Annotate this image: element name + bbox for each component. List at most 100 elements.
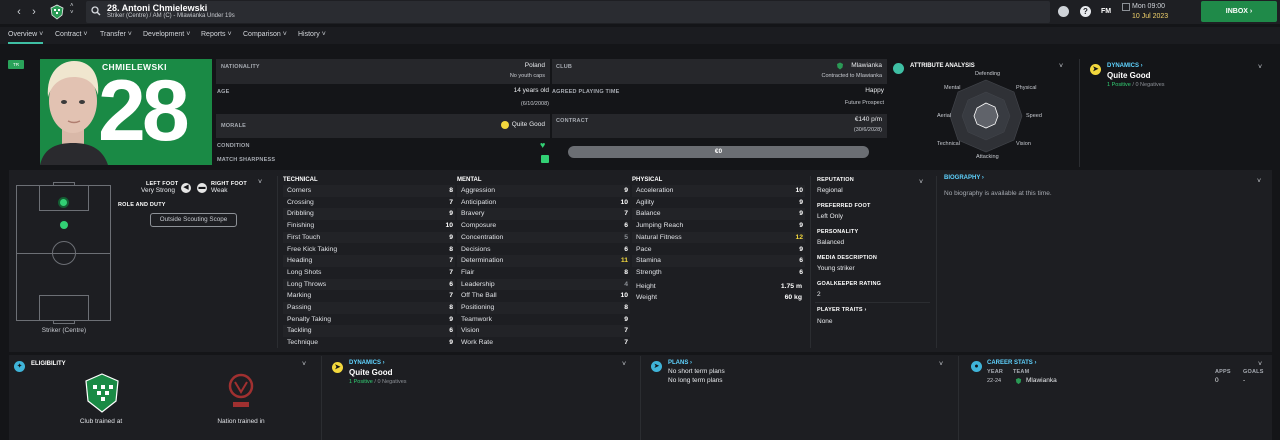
tab-comparison[interactable]: Comparison ˅ bbox=[243, 31, 287, 38]
attribute-row[interactable]: Pace 9 bbox=[632, 244, 805, 256]
chevron-down-icon[interactable]: ˅ bbox=[1258, 361, 1262, 368]
attribute-row[interactable]: Decisions 6 bbox=[457, 244, 630, 256]
attribute-row[interactable]: Passing 8 bbox=[283, 302, 455, 314]
player-traits-link[interactable]: PLAYER TRAITS › bbox=[817, 307, 867, 313]
attribute-row[interactable]: Anticipation 10 bbox=[457, 197, 630, 209]
attribute-row[interactable]: Concentration 5 bbox=[457, 231, 630, 244]
attribute-value: 8 bbox=[449, 187, 453, 194]
nationality-value[interactable]: Poland bbox=[440, 62, 545, 69]
attribute-row[interactable]: Marking 7 bbox=[283, 290, 455, 302]
career-team[interactable]: Mlawianka bbox=[1026, 377, 1057, 384]
attribute-name: Off The Ball bbox=[461, 292, 497, 300]
attribute-row[interactable]: Crossing 7 bbox=[283, 197, 455, 209]
chevron-down-icon[interactable]: ˅ bbox=[622, 361, 626, 368]
attribute-row[interactable]: Penalty Taking 9 bbox=[283, 314, 455, 326]
fm-menu[interactable]: FM bbox=[1101, 8, 1111, 15]
future-prospect: Future Prospect bbox=[844, 100, 884, 106]
club-switch-chevrons[interactable]: ˄ ˅ bbox=[70, 3, 74, 17]
tab-reports[interactable]: Reports ˅ bbox=[201, 31, 232, 38]
scouting-scope-button[interactable]: Outside Scouting Scope bbox=[150, 213, 237, 227]
attribute-row[interactable]: Vision 7 bbox=[457, 325, 630, 338]
chevron-down-icon[interactable]: ˅ bbox=[1059, 63, 1063, 70]
goalkeeper-rating-label: GOALKEEPER RATING bbox=[817, 281, 882, 287]
plans-title[interactable]: PLANS › bbox=[668, 360, 692, 366]
attribute-row[interactable]: Natural Fitness 12 bbox=[632, 231, 805, 244]
forward-button[interactable]: › bbox=[27, 5, 41, 19]
career-stats-title[interactable]: CAREER STATS › bbox=[987, 360, 1036, 366]
help-icon[interactable]: ? bbox=[1080, 6, 1091, 17]
dynamics-bottom-title[interactable]: DYNAMICS › bbox=[349, 360, 385, 366]
attribute-row[interactable]: Tackling 6 bbox=[283, 325, 455, 338]
inbox-button[interactable]: INBOX › bbox=[1201, 1, 1277, 22]
chevron-down-icon[interactable]: ˅ bbox=[919, 179, 923, 186]
sharpness-label: MATCH SHARPNESS bbox=[217, 157, 276, 163]
dynamics-title[interactable]: DYNAMICS › bbox=[1107, 63, 1143, 69]
attribute-value: 9 bbox=[624, 315, 628, 323]
year-header: YEAR bbox=[987, 369, 1004, 375]
nation-federation-icon[interactable] bbox=[227, 372, 255, 410]
attribute-row[interactable]: Jumping Reach 9 bbox=[632, 220, 805, 232]
attribute-row[interactable]: Long Shots 7 bbox=[283, 267, 455, 279]
chevron-down-icon: ˅ bbox=[83, 31, 88, 38]
attribute-row[interactable]: Strength 6 bbox=[632, 267, 805, 279]
attribute-row[interactable]: Determination 11 bbox=[457, 255, 630, 267]
world-icon[interactable] bbox=[1058, 6, 1069, 17]
attribute-row[interactable]: Aggression 9 bbox=[457, 185, 630, 197]
biography-title[interactable]: BIOGRAPHY › bbox=[944, 175, 984, 181]
club-trained-crest-icon[interactable] bbox=[84, 373, 120, 413]
attribute-row[interactable]: Free Kick Taking 8 bbox=[283, 244, 455, 256]
attribute-row[interactable]: Bravery 7 bbox=[457, 208, 630, 221]
attribute-row[interactable]: Acceleration 10 bbox=[632, 185, 805, 197]
technical-title: TECHNICAL bbox=[283, 177, 318, 183]
attribute-row[interactable]: Agility 9 bbox=[632, 197, 805, 209]
attribute-row[interactable]: Corners 8 bbox=[283, 185, 455, 197]
personality-label: PERSONALITY bbox=[817, 229, 859, 235]
chevron-down-icon: ˅ bbox=[282, 31, 287, 38]
attribute-row[interactable]: Composure 6 bbox=[457, 220, 630, 232]
attribute-name: Strength bbox=[636, 268, 662, 276]
back-button[interactable]: ‹ bbox=[12, 5, 26, 19]
value-bar[interactable]: €0 bbox=[568, 146, 869, 158]
attribute-name: First Touch bbox=[287, 233, 321, 241]
chevron-down-icon[interactable]: ˅ bbox=[1258, 64, 1262, 71]
chevron-down-icon[interactable]: ˅ bbox=[1257, 178, 1261, 185]
attribute-row[interactable]: Long Throws 6 bbox=[283, 278, 455, 291]
attribute-row[interactable]: Heading 7 bbox=[283, 255, 455, 267]
attribute-value: 8 bbox=[624, 304, 628, 311]
attribute-row[interactable]: Teamwork 9 bbox=[457, 314, 630, 326]
eligibility-icon: ✦ bbox=[14, 361, 25, 372]
attribute-row[interactable]: Leadership 4 bbox=[457, 278, 630, 291]
tab-transfer[interactable]: Transfer ˅ bbox=[100, 31, 132, 38]
search-icon[interactable] bbox=[91, 6, 101, 16]
attribute-row[interactable]: Technique 9 bbox=[283, 337, 455, 349]
tab-contract[interactable]: Contract ˅ bbox=[55, 31, 88, 38]
club-value[interactable]: Mlawianka bbox=[770, 62, 882, 69]
attribute-row[interactable]: Flair 8 bbox=[457, 267, 630, 279]
tab-overview[interactable]: Overview ˅ bbox=[8, 31, 44, 44]
attribute-row[interactable]: Stamina 6 bbox=[632, 255, 805, 267]
tab-history[interactable]: History ˅ bbox=[298, 31, 326, 38]
tab-development[interactable]: Development ˅ bbox=[143, 31, 190, 38]
attribute-row[interactable]: Dribbling 9 bbox=[283, 208, 455, 221]
club-crest-icon[interactable] bbox=[49, 4, 65, 20]
contract-label: CONTRACT bbox=[556, 118, 589, 124]
attribute-value: 9 bbox=[799, 222, 803, 230]
attribute-row[interactable]: Finishing 10 bbox=[283, 220, 455, 232]
pitch-diagram[interactable] bbox=[16, 182, 111, 324]
pitch-circle bbox=[52, 241, 76, 265]
morale-value[interactable]: Quite Good bbox=[440, 121, 545, 128]
attribute-row[interactable]: First Touch 9 bbox=[283, 231, 455, 244]
attribute-row[interactable]: Work Rate 7 bbox=[457, 337, 630, 349]
chevron-down-icon[interactable]: ˅ bbox=[302, 361, 306, 368]
attribute-value: 9 bbox=[624, 187, 628, 194]
attribute-name: Teamwork bbox=[461, 315, 492, 323]
media-description-value: Young striker bbox=[817, 265, 855, 272]
attribute-row[interactable]: Balance 9 bbox=[632, 208, 805, 221]
chevron-down-icon[interactable]: ˅ bbox=[939, 361, 943, 368]
position-marker-striker bbox=[58, 197, 69, 208]
attribute-row[interactable]: Off The Ball 10 bbox=[457, 290, 630, 302]
chevron-down-icon[interactable]: ˅ bbox=[258, 179, 262, 186]
attribute-row[interactable]: Positioning 8 bbox=[457, 302, 630, 314]
club-contract: Contracted to Mlawianka bbox=[821, 73, 882, 79]
role-duty-label: ROLE AND DUTY bbox=[118, 202, 166, 208]
